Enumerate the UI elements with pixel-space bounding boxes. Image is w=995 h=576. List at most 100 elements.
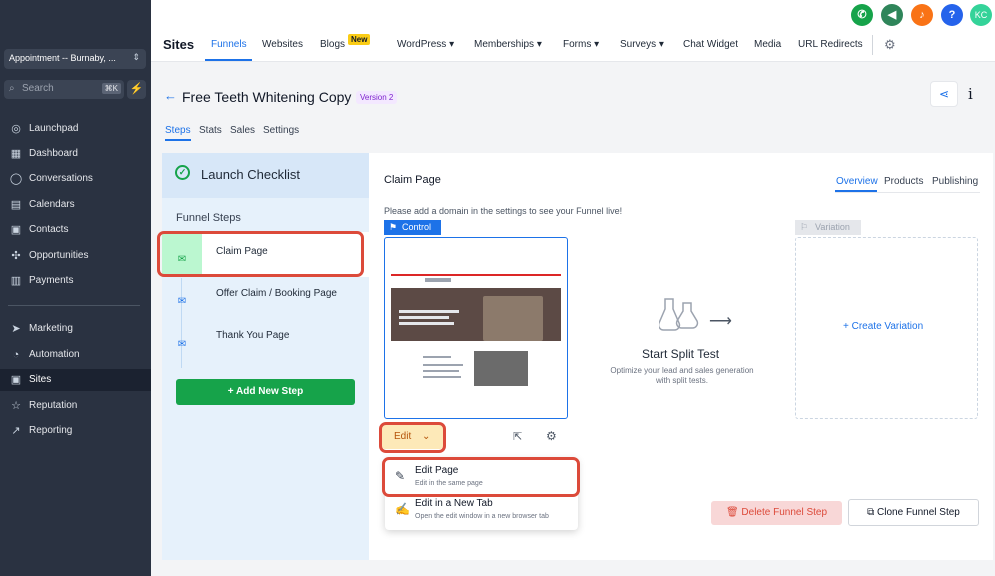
search-icon: ⌕ (9, 83, 15, 94)
sidebar-item-automation[interactable]: ◔ Automation (0, 344, 151, 366)
chevron-down-icon: ▾ (594, 39, 600, 50)
phone-icon[interactable]: ✆ (851, 4, 873, 26)
contacts-icon: ▣ (10, 224, 22, 236)
tab-blogs[interactable]: Blogs (320, 39, 345, 50)
sidebar-item-marketing[interactable]: ➤ Marketing (0, 318, 151, 340)
sidebar-item-payments[interactable]: ▥ Payments (0, 270, 151, 292)
mail-icon: ✉ (177, 296, 187, 307)
tab-memberships[interactable]: Memberships ▾ (474, 39, 542, 50)
active-tab-indicator (165, 139, 191, 141)
control-label: Control (402, 222, 432, 232)
sidebar-item-launchpad[interactable]: ◎ Launchpad (0, 118, 151, 140)
info-icon[interactable]: i (968, 85, 973, 103)
back-arrow-icon[interactable]: ← (164, 88, 177, 103)
sidebar-item-sites[interactable]: ▣ Sites (0, 369, 151, 391)
sidebar-item-reputation[interactable]: ☆ Reputation (0, 395, 151, 417)
chevron-updown-icon: ⇕ (132, 52, 140, 62)
add-new-step-button[interactable]: + Add New Step (176, 379, 355, 405)
plus-icon: + (227, 386, 236, 397)
page-preview-thumbnail[interactable] (384, 237, 568, 419)
chevron-down-icon: ▾ (449, 39, 455, 50)
tab-forms[interactable]: Forms ▾ (563, 39, 599, 50)
menu-item-edit-new-tab-sub: Open the edit window in a new browser ta… (415, 513, 549, 520)
button-label: Create Variation (851, 321, 924, 332)
megaphone-icon[interactable]: ◀ (881, 4, 903, 26)
tab-wordpress[interactable]: WordPress ▾ (397, 39, 454, 50)
bell-icon[interactable]: ♪ (911, 4, 933, 26)
external-link-icon[interactable]: ⇱ (513, 430, 522, 443)
highlight-outline (157, 231, 364, 277)
help-icon[interactable]: ? (941, 4, 963, 26)
gear-icon[interactable]: ⚙ (884, 37, 896, 53)
sidebar-item-contacts[interactable]: ▣ Contacts (0, 219, 151, 241)
preview-line (423, 376, 461, 378)
sidebar-item-reporting[interactable]: ↗ Reporting (0, 420, 151, 442)
tab-chat-widget[interactable]: Chat Widget (683, 39, 738, 50)
button-label: Add New Step (236, 386, 304, 397)
arrow-right-icon: ⟶ (709, 313, 732, 330)
mail-icon: ✉ (177, 339, 187, 350)
tab-publishing[interactable]: Publishing (932, 176, 978, 187)
check-circle-icon: ✓ (175, 165, 190, 180)
split-test-description: Optimize your lead and sales generation … (610, 366, 754, 385)
tab-surveys[interactable]: Surveys ▾ (620, 39, 664, 50)
sidebar-item-conversations[interactable]: ◯ Conversations (0, 168, 151, 190)
preview-line (423, 370, 459, 372)
quick-action-bolt-icon[interactable]: ⚡ (127, 80, 146, 99)
gear-icon[interactable]: ⚙ (546, 429, 557, 443)
account-name: Appointment -- Burnaby, ... (9, 53, 116, 63)
preview-line (423, 356, 451, 358)
sidebar-item-label: Automation (29, 349, 80, 360)
sidebar-item-calendars[interactable]: ▤ Calendars (0, 194, 151, 216)
variation-label: Variation (815, 222, 850, 232)
trash-icon: 🗑 (725, 507, 742, 518)
preview-logo (425, 278, 451, 282)
version-badge: Version 2 (356, 91, 398, 104)
tab-steps[interactable]: Steps (165, 125, 191, 136)
account-switcher[interactable]: Appointment -- Burnaby, ... ⇕ (4, 49, 146, 69)
tab-media[interactable]: Media (754, 39, 781, 50)
copy-icon: ⧉ (867, 507, 878, 518)
tab-overview[interactable]: Overview (836, 176, 878, 187)
split-test-title: Start Split Test (642, 347, 720, 361)
sidebar-item-dashboard[interactable]: ▦ Dashboard (0, 143, 151, 165)
chat-icon: ◯ (9, 173, 23, 185)
preview-hero (391, 288, 561, 341)
search-input[interactable]: ⌕ Search ⌘K (4, 80, 124, 99)
funnel-title: Free Teeth Whitening Copy (182, 89, 352, 105)
rocket-icon: ◎ (11, 123, 21, 135)
preview-image (474, 351, 528, 386)
tab-funnels[interactable]: Funnels (211, 39, 247, 50)
tab-products[interactable]: Products (884, 176, 923, 187)
tab-settings[interactable]: Settings (263, 125, 299, 136)
tab-stats[interactable]: Stats (199, 125, 222, 136)
sidebar-item-label: Conversations (29, 173, 93, 184)
create-variation-button[interactable]: + Create Variation (843, 321, 923, 332)
active-tab-indicator (835, 190, 877, 192)
clone-funnel-step-button[interactable]: ⧉ Clone Funnel Step (848, 499, 979, 526)
tab-sales[interactable]: Sales (230, 125, 255, 136)
plus-icon: + (843, 321, 852, 332)
hero-photo (483, 296, 543, 341)
active-tab-indicator (205, 59, 252, 61)
tab-url-redirects[interactable]: URL Redirects (798, 39, 863, 50)
delete-funnel-step-button[interactable]: 🗑 Delete Funnel Step (711, 501, 842, 525)
step-item-offer-claim[interactable]: Offer Claim / Booking Page (216, 288, 337, 299)
trend-icon: ↗ (11, 425, 21, 437)
tab-websites[interactable]: Websites (262, 39, 303, 50)
user-avatar[interactable]: KC (970, 4, 992, 26)
star-icon: ☆ (11, 400, 21, 412)
tab-label: Surveys (620, 39, 657, 50)
tab-label: Memberships (474, 39, 535, 50)
step-item-thank-you[interactable]: Thank You Page (216, 330, 289, 341)
edit-external-icon: ✍ (395, 502, 410, 516)
sidebar-item-opportunities[interactable]: ✣ Opportunities (0, 245, 151, 267)
sidebar-divider (8, 305, 140, 306)
sidebar-item-label: Marketing (29, 323, 73, 334)
variation-tag: ⚐ Variation (795, 220, 861, 235)
share-icon[interactable]: ⋖ (930, 81, 958, 107)
calendar-icon: ▤ (10, 199, 22, 211)
step-connector (181, 278, 182, 368)
menu-item-edit-new-tab[interactable]: Edit in a New Tab (415, 498, 493, 509)
highlight-outline (382, 457, 580, 497)
